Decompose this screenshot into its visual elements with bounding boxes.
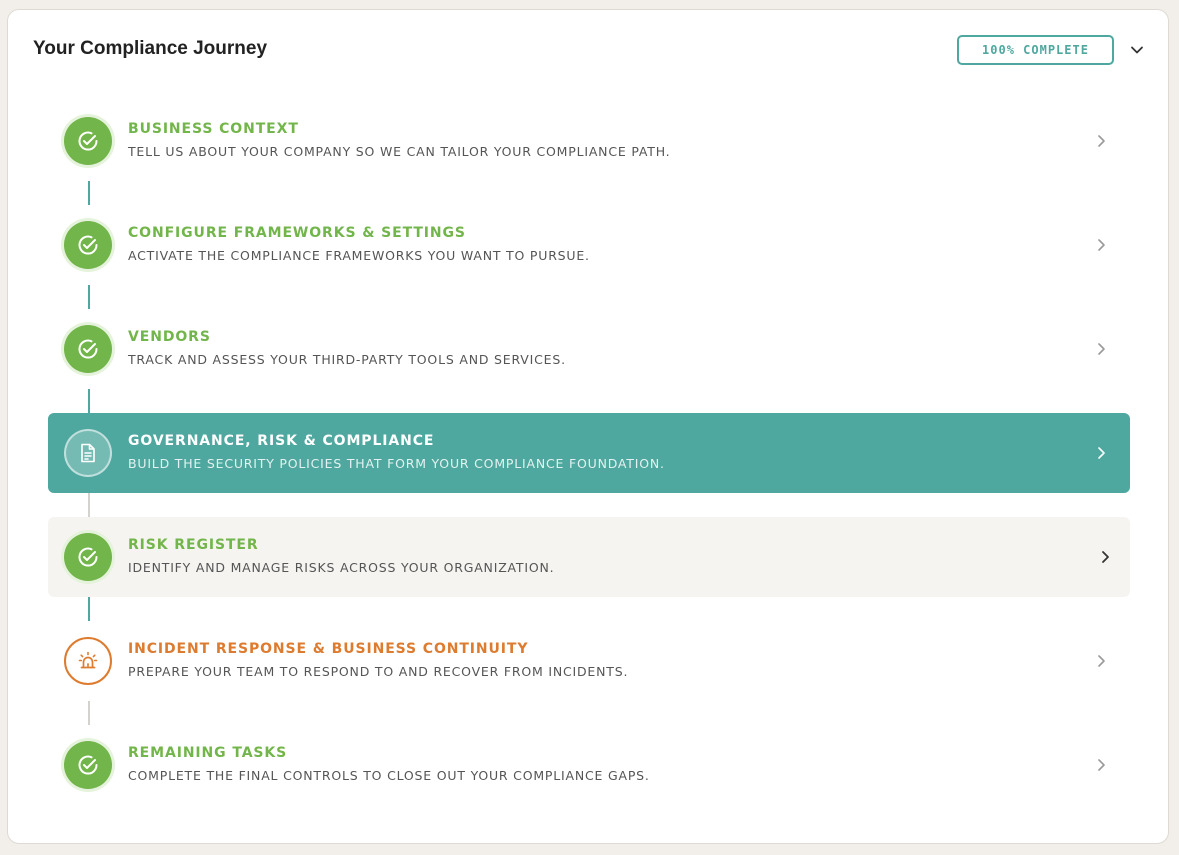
step-status-indicator: [64, 117, 112, 165]
check-circle-icon: [78, 339, 98, 359]
step-description: BUILD THE SECURITY POLICIES THAT FORM YO…: [128, 456, 665, 471]
step-status-indicator: [64, 325, 112, 373]
step-configure-frameworks[interactable]: CONFIGURE FRAMEWORKS & SETTINGS ACTIVATE…: [48, 205, 1130, 285]
step-title: INCIDENT RESPONSE & BUSINESS CONTINUITY: [128, 641, 529, 657]
check-circle-icon: [78, 755, 98, 775]
page-title: Your Compliance Journey: [33, 38, 268, 59]
step-business-context[interactable]: BUSINESS CONTEXT TELL US ABOUT YOUR COMP…: [48, 101, 1130, 181]
siren-icon: [78, 651, 98, 669]
step-description: PREPARE YOUR TEAM TO RESPOND TO AND RECO…: [128, 664, 629, 679]
step-status-indicator: [64, 637, 112, 685]
chevron-right-icon: [1098, 135, 1105, 147]
step-status-indicator: [64, 429, 112, 477]
step-status-indicator: [64, 221, 112, 269]
chevron-right-icon: [1098, 655, 1105, 667]
step-vendors[interactable]: VENDORS TRACK AND ASSESS YOUR THIRD-PART…: [48, 309, 1130, 389]
chevron-right-icon: [1098, 343, 1105, 355]
step-connector: [88, 597, 90, 621]
check-circle-icon: [78, 131, 98, 151]
step-connector: [88, 181, 90, 205]
step-risk-register[interactable]: RISK REGISTER IDENTIFY AND MANAGE RISKS …: [48, 517, 1130, 597]
step-status-indicator: [64, 533, 112, 581]
step-description: TELL US ABOUT YOUR COMPANY SO WE CAN TAI…: [128, 144, 671, 159]
chevron-right-icon: [1098, 239, 1105, 251]
completion-badge: 100% COMPLETE: [957, 35, 1114, 65]
step-title: VENDORS: [128, 329, 211, 345]
compliance-journey-card: Your Compliance Journey 100% COMPLETE BU…: [7, 9, 1169, 844]
step-remaining-tasks[interactable]: REMAINING TASKS COMPLETE THE FINAL CONTR…: [48, 725, 1130, 805]
step-description: ACTIVATE THE COMPLIANCE FRAMEWORKS YOU W…: [128, 248, 590, 263]
chevron-right-icon: [1098, 759, 1105, 771]
chevron-right-icon: [1098, 447, 1105, 459]
step-governance-risk-compliance[interactable]: GOVERNANCE, RISK & COMPLIANCE BUILD THE …: [48, 413, 1130, 493]
step-connector: [88, 701, 90, 725]
collapse-button[interactable]: [1127, 40, 1147, 60]
step-title: REMAINING TASKS: [128, 745, 288, 761]
step-title: GOVERNANCE, RISK & COMPLIANCE: [128, 433, 435, 449]
step-incident-response[interactable]: INCIDENT RESPONSE & BUSINESS CONTINUITY …: [48, 621, 1130, 701]
step-description: COMPLETE THE FINAL CONTROLS TO CLOSE OUT…: [128, 768, 650, 783]
chevron-right-icon: [1102, 551, 1109, 563]
step-title: RISK REGISTER: [128, 537, 259, 553]
chevron-down-icon: [1131, 46, 1143, 54]
step-title: CONFIGURE FRAMEWORKS & SETTINGS: [128, 225, 466, 241]
step-connector: [88, 493, 90, 517]
check-circle-icon: [78, 547, 98, 567]
step-description: IDENTIFY AND MANAGE RISKS ACROSS YOUR OR…: [128, 560, 555, 575]
check-circle-icon: [78, 235, 98, 255]
step-status-indicator: [64, 741, 112, 789]
document-icon: [81, 443, 95, 463]
step-description: TRACK AND ASSESS YOUR THIRD-PARTY TOOLS …: [128, 352, 566, 367]
step-connector: [88, 389, 90, 413]
step-connector: [88, 285, 90, 309]
step-title: BUSINESS CONTEXT: [128, 121, 299, 137]
